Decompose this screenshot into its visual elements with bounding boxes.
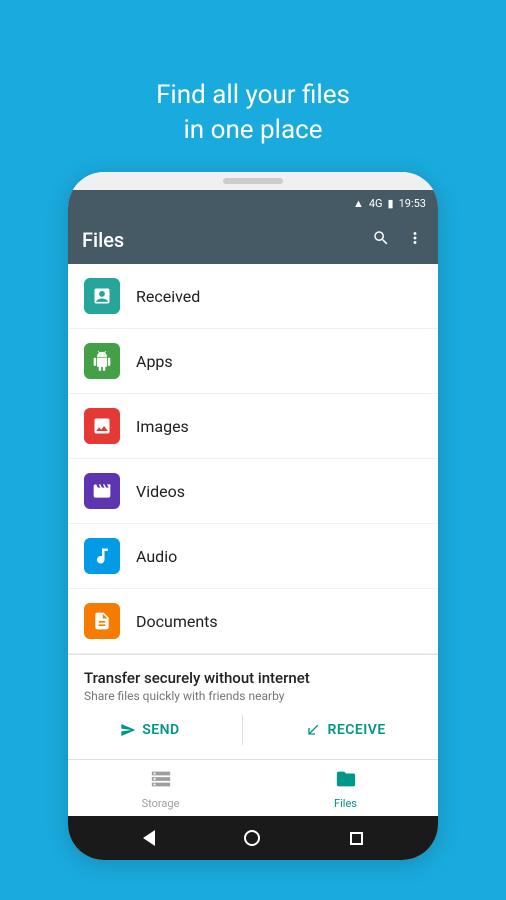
files-label: Files xyxy=(334,797,357,810)
battery-icon: ▮ xyxy=(388,197,394,210)
nav-storage[interactable]: Storage xyxy=(68,760,253,816)
bottom-nav: Storage Files xyxy=(68,759,438,816)
more-options-icon[interactable] xyxy=(406,229,424,252)
content-area: Received Apps Images xyxy=(68,264,438,816)
nav-files[interactable]: Files xyxy=(253,760,438,816)
receive-button[interactable]: RECEIVE xyxy=(295,715,395,745)
audio-icon xyxy=(84,538,120,574)
list-item-audio[interactable]: Audio xyxy=(68,524,438,589)
headline-line2: in one place xyxy=(183,115,322,145)
network-label: 4G xyxy=(369,197,383,210)
list-item-documents[interactable]: Documents xyxy=(68,589,438,654)
app-bar-icons xyxy=(372,229,424,252)
headline-line1: Find all your files xyxy=(156,80,350,110)
images-label: Images xyxy=(136,417,189,436)
send-label: SEND xyxy=(142,722,179,738)
phone-speaker xyxy=(223,178,283,184)
app-bar: Files xyxy=(68,216,438,264)
time-label: 19:53 xyxy=(399,197,426,210)
phone-frame: ▲ 4G ▮ 19:53 Files xyxy=(68,172,438,860)
documents-icon xyxy=(84,603,120,639)
received-label: Received xyxy=(136,287,200,306)
videos-label: Videos xyxy=(136,482,185,501)
signal-icon: ▲ xyxy=(353,197,364,210)
back-button[interactable] xyxy=(143,830,155,846)
transfer-section: Transfer securely without internet Share… xyxy=(68,654,438,759)
storage-icon xyxy=(150,768,172,795)
apps-icon xyxy=(84,343,120,379)
app-bar-title: Files xyxy=(82,228,124,252)
videos-icon xyxy=(84,473,120,509)
list-item-videos[interactable]: Videos xyxy=(68,459,438,524)
list-item-images[interactable]: Images xyxy=(68,394,438,459)
transfer-divider xyxy=(242,715,243,745)
phone-top-bar xyxy=(68,172,438,190)
send-button[interactable]: SEND xyxy=(110,715,189,745)
transfer-title: Transfer securely without internet xyxy=(84,669,422,687)
search-icon[interactable] xyxy=(372,229,390,252)
status-bar: ▲ 4G ▮ 19:53 xyxy=(68,190,438,216)
storage-label: Storage xyxy=(142,797,180,810)
documents-label: Documents xyxy=(136,612,218,631)
transfer-buttons: SEND RECEIVE xyxy=(84,715,422,745)
receive-label: RECEIVE xyxy=(327,722,385,738)
recents-button[interactable] xyxy=(350,832,363,845)
files-icon xyxy=(335,768,357,795)
android-nav-bar xyxy=(68,816,438,860)
home-button[interactable] xyxy=(244,830,260,846)
transfer-subtitle: Share files quickly with friends nearby xyxy=(84,689,422,703)
headline: Find all your files in one place xyxy=(126,38,380,148)
list-item-received[interactable]: Received xyxy=(68,264,438,329)
audio-label: Audio xyxy=(136,547,177,566)
images-icon xyxy=(84,408,120,444)
received-icon xyxy=(84,278,120,314)
apps-label: Apps xyxy=(136,352,173,371)
list-item-apps[interactable]: Apps xyxy=(68,329,438,394)
